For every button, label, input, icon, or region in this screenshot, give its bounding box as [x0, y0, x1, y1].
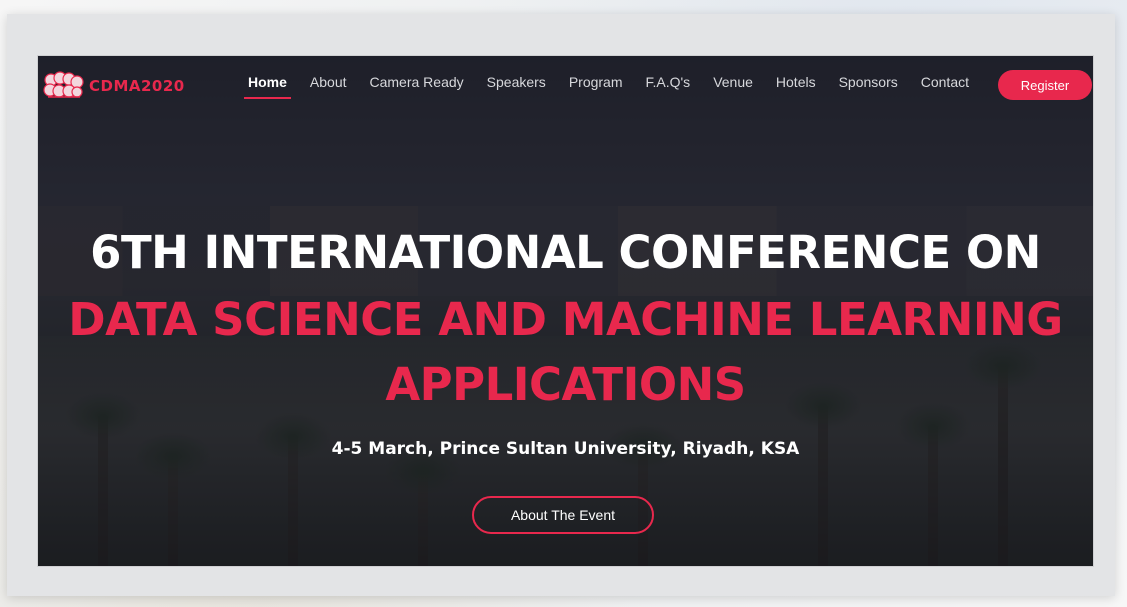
- main-menu: Home About Camera Ready Speakers Program…: [244, 74, 992, 99]
- register-button[interactable]: Register: [998, 70, 1092, 100]
- about-the-event-button[interactable]: About The Event: [472, 496, 654, 534]
- hero-title-line-1: 6TH INTERNATIONAL CONFERENCE ON: [90, 226, 1041, 279]
- nav-about[interactable]: About: [310, 74, 347, 90]
- event-date-location: 4-5 March, Prince Sultan University, Riy…: [331, 439, 800, 459]
- brand-name: CDMA2020: [89, 77, 185, 95]
- brain-icon: [43, 71, 84, 98]
- page-background: CDMA2020 Home About Camera Ready Speaker…: [0, 0, 1127, 607]
- nav-venue[interactable]: Venue: [713, 74, 753, 90]
- nav-home[interactable]: Home: [244, 74, 291, 99]
- nav-sponsors[interactable]: Sponsors: [839, 74, 898, 90]
- nav-program[interactable]: Program: [569, 74, 623, 90]
- navbar: CDMA2020 Home About Camera Ready Speaker…: [38, 56, 1093, 116]
- nav-speakers[interactable]: Speakers: [487, 74, 546, 90]
- hero-title-line-3: APPLICATIONS: [385, 358, 746, 411]
- hero-title-line-2: DATA SCIENCE AND MACHINE LEARNING: [68, 293, 1063, 346]
- website-screen: CDMA2020 Home About Camera Ready Speaker…: [38, 56, 1093, 566]
- nav-faqs[interactable]: F.A.Q's: [646, 74, 691, 90]
- site-logo[interactable]: CDMA2020: [42, 71, 185, 101]
- nav-contact[interactable]: Contact: [921, 74, 969, 90]
- nav-hotels[interactable]: Hotels: [776, 74, 816, 90]
- nav-camera-ready[interactable]: Camera Ready: [370, 74, 464, 90]
